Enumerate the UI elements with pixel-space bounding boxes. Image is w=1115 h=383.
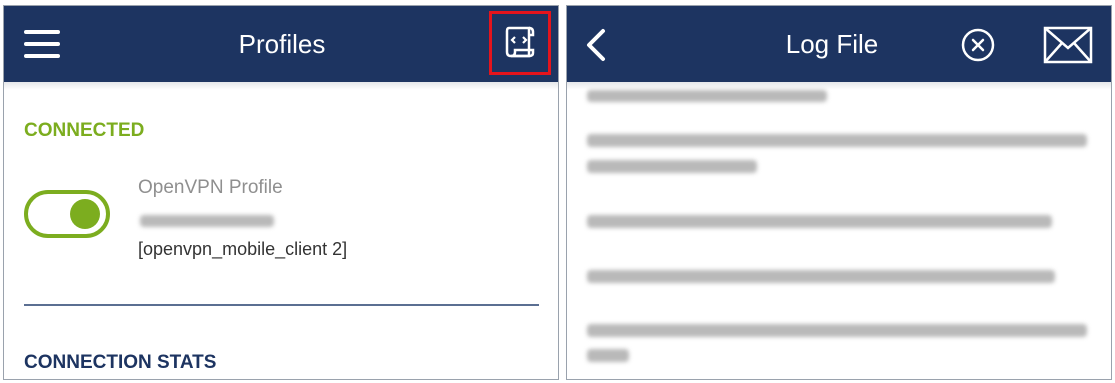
profile-toggle[interactable]	[24, 190, 110, 238]
log-line	[587, 270, 1055, 283]
divider	[24, 304, 539, 306]
log-line	[587, 349, 629, 362]
log-line	[587, 160, 757, 173]
profile-client: [openvpn_mobile_client 2]	[138, 239, 348, 259]
toggle-knob	[70, 199, 100, 229]
log-line	[587, 134, 1087, 147]
hamburger-menu-icon[interactable]	[24, 30, 60, 58]
log-line	[587, 324, 1087, 337]
page-title: Log File	[785, 29, 879, 59]
log-file-screen: Log File	[566, 5, 1112, 380]
log-file-icon[interactable]	[500, 23, 540, 63]
mail-icon[interactable]	[1043, 26, 1093, 64]
page-title: Profiles	[238, 29, 326, 59]
connected-label: CONNECTED	[24, 120, 145, 141]
chevron-left-icon[interactable]	[583, 28, 611, 62]
redacted-server-address	[140, 215, 274, 227]
log-file-header: Log File	[567, 6, 1111, 82]
header-shadow	[4, 82, 558, 90]
connection-stats-label: CONNECTION STATS	[24, 352, 217, 373]
profiles-screen: Profiles CONNECTED OpenVPN Profile [open…	[3, 5, 559, 380]
log-content	[587, 82, 1091, 379]
profiles-header: Profiles	[4, 6, 558, 82]
log-line	[587, 215, 1052, 228]
log-line	[587, 90, 827, 102]
profile-name: OpenVPN Profile	[138, 177, 283, 198]
close-circle-icon[interactable]	[961, 28, 995, 62]
